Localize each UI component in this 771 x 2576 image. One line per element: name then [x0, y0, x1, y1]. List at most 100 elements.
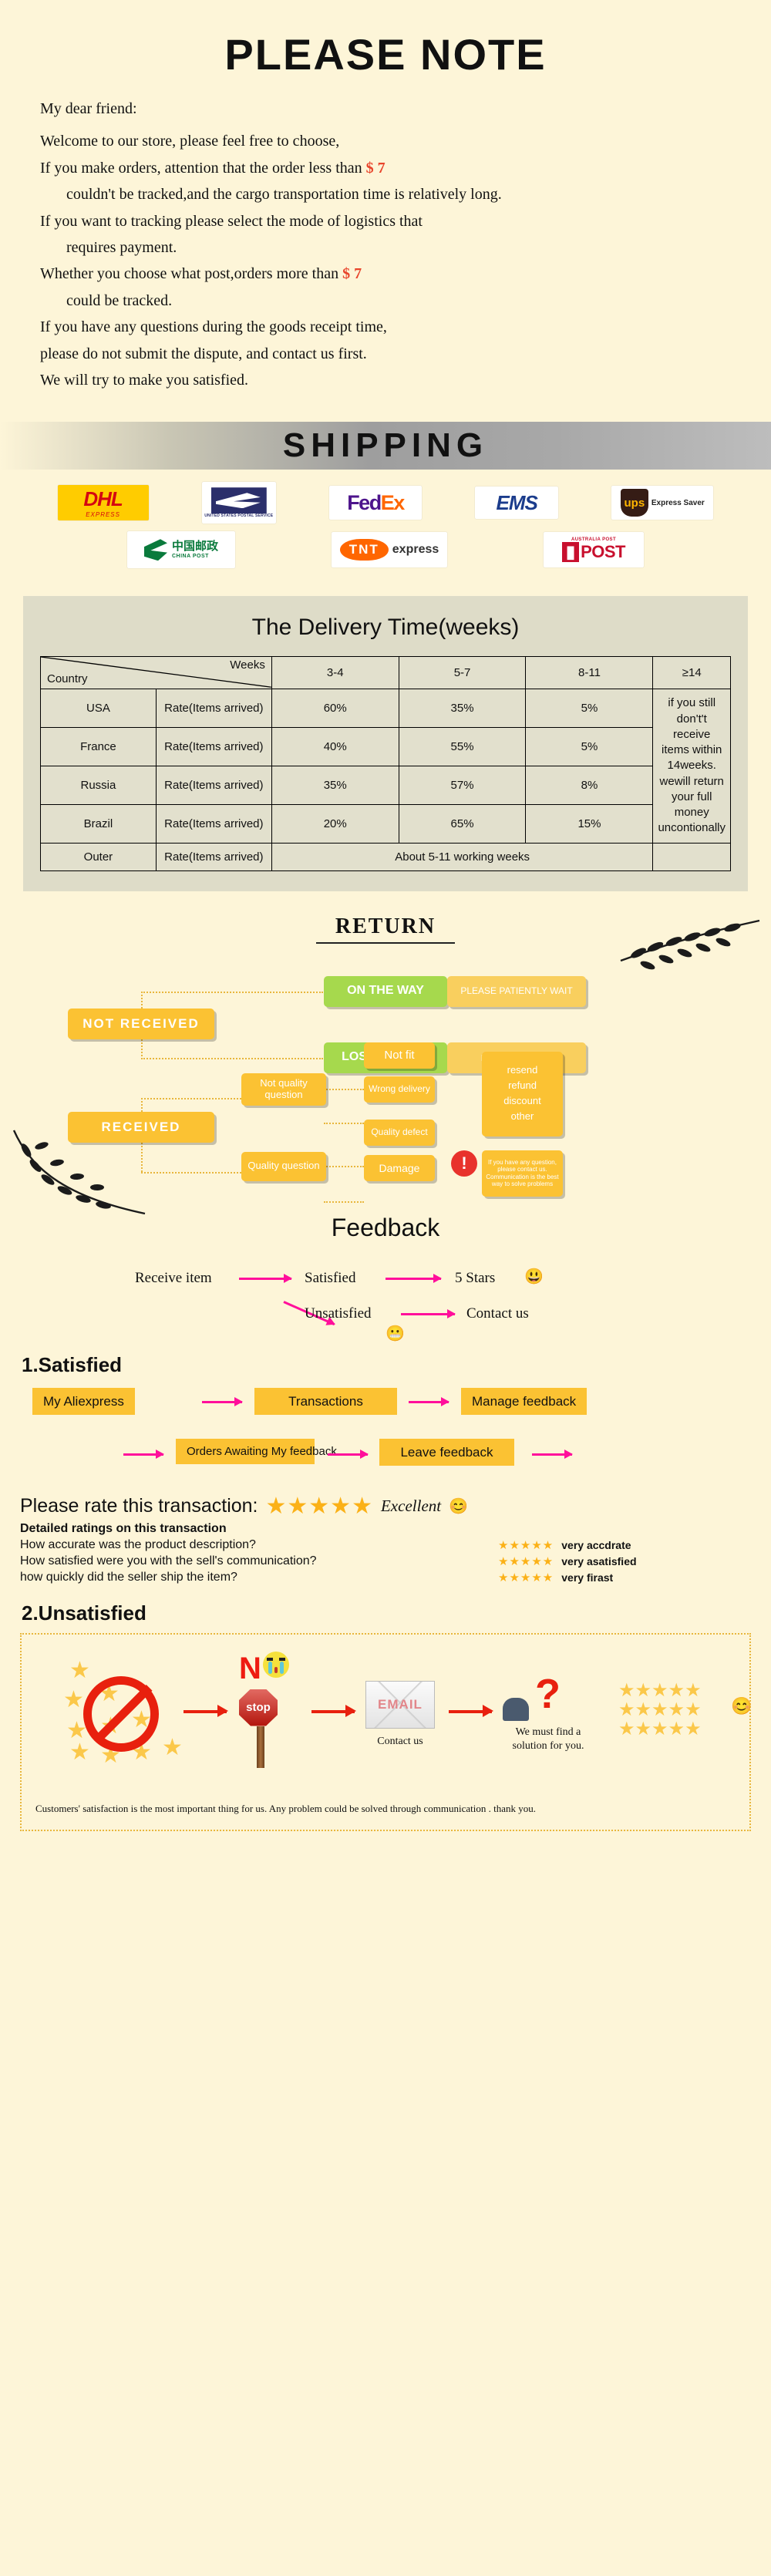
- carrier-logo-row-2: 中国邮政 CHINA POST TNT express AUSTRALIA POS…: [31, 531, 740, 569]
- china-post-icon: [143, 539, 167, 561]
- note-greeting: My dear friend:: [40, 100, 137, 117]
- quality-defect-box[interactable]: Quality defect: [364, 1119, 435, 1146]
- row-country-outer: Outer: [40, 842, 157, 871]
- table-row: Brazil Rate(Items arrived) 20% 65% 15%: [40, 803, 731, 844]
- question-mark-icon: ?: [535, 1670, 561, 1717]
- table-row: USA Rate(Items arrived) 60% 35% 5% if yo…: [40, 689, 731, 844]
- feedback-diagram: Receive item Satisfied 5 Stars 😃 Unsatis…: [0, 1253, 771, 1345]
- quality-question-box[interactable]: Quality question: [241, 1151, 326, 1181]
- col-header-3-4: 3-4: [271, 656, 399, 690]
- table-header-row: Country Weeks 3-4 5-7 8-11 ≥14: [40, 656, 731, 690]
- step-my-aliexpress[interactable]: My Aliexpress: [32, 1387, 135, 1416]
- rating-stars[interactable]: ★★★★★: [266, 1493, 373, 1520]
- connector: [141, 991, 323, 993]
- row-rate-brazil: Rate(Items arrived): [155, 803, 272, 844]
- email-group: EMAIL Contact us: [365, 1680, 435, 1749]
- sad-emoji-icon: 😬: [386, 1325, 405, 1342]
- tnt-logo: TNT express: [332, 532, 447, 568]
- note-body: My dear friend: Welcome to our store, pl…: [0, 79, 771, 392]
- person-icon: [503, 1697, 529, 1721]
- rating-verdict-shipping: very firast: [561, 1571, 614, 1584]
- unsatisfied-footer-note: Customers' satisfaction is the most impo…: [35, 1802, 537, 1814]
- star-icon: ★: [69, 1657, 90, 1683]
- not-fit-box[interactable]: Not fit: [364, 1042, 435, 1069]
- rating-verdict-communication: very asatisfied: [561, 1554, 637, 1567]
- stop-sign-group: stop: [239, 1689, 282, 1768]
- ups-logo: ups Express Saver: [611, 486, 714, 520]
- smile-emoji-icon: 😊: [449, 1497, 469, 1515]
- tnt-sub-label: express: [392, 543, 439, 557]
- usa-8-11: 5%: [525, 689, 654, 729]
- unsatisfied-panel: ★ ★ ★ ★ ★ ★ ★ ★ ★ ★ N stop EMAIL Contact…: [20, 1632, 752, 1832]
- stop-group: N stop: [239, 1651, 289, 1768]
- rating-stars-communication[interactable]: ★★★★★: [498, 1554, 554, 1568]
- detailed-rating-row: How satisfied were you with the sell's c…: [20, 1554, 751, 1568]
- stop-sign-pole: [257, 1726, 264, 1768]
- ups-shield-icon: ups: [620, 489, 648, 517]
- arrow-step-5-end: [532, 1449, 573, 1459]
- receive-item-label: Receive item: [135, 1269, 212, 1286]
- step-orders-awaiting[interactable]: Orders Awaiting My feedback: [176, 1438, 337, 1464]
- russia-3-4: 35%: [271, 765, 399, 805]
- brazil-3-4: 20%: [271, 803, 399, 844]
- connector: [324, 1122, 364, 1124]
- col-header-14plus: ≥14: [652, 656, 731, 690]
- step-manage-feedback[interactable]: Manage feedback: [461, 1387, 588, 1416]
- on-the-way-note: PLEASE PATIENTLY WAIT: [447, 975, 586, 1007]
- on-the-way-box[interactable]: ON THE WAY: [324, 975, 447, 1007]
- communication-warning-box: If you have any question, please contact…: [482, 1150, 563, 1197]
- star-icon: ★: [69, 1739, 90, 1765]
- step-transactions[interactable]: Transactions: [254, 1387, 397, 1416]
- rating-stars-shipping[interactable]: ★★★★★: [498, 1571, 554, 1584]
- no-label: N: [239, 1651, 261, 1685]
- contact-us-label: Contact us: [466, 1305, 529, 1322]
- satisfied-heading: 1.Satisfied: [22, 1352, 123, 1376]
- connector: [141, 1057, 323, 1059]
- france-5-7: 55%: [398, 727, 527, 766]
- please-note-section: PLEASE NOTE My dear friend: Welcome to o…: [0, 0, 771, 392]
- delivery-table: Country Weeks 3-4 5-7 8-11 ≥14 USA Rate(…: [40, 656, 731, 871]
- table-corner-cell: Country Weeks: [40, 656, 272, 690]
- note-line-2: If you make orders, attention that the o…: [40, 159, 386, 177]
- china-post-sub-label: CHINA POST: [171, 553, 209, 559]
- price-threshold-2: $ 7: [342, 265, 362, 283]
- feedback-section: Feedback Receive item Satisfied 5 Stars …: [0, 1214, 771, 1345]
- rating-question-shipping: how quickly did the seller ship the item…: [20, 1570, 237, 1584]
- brazil-5-7: 65%: [398, 803, 527, 844]
- rating-stars-accuracy[interactable]: ★★★★★: [498, 1538, 554, 1552]
- satisfied-steps-row-2: Orders Awaiting My feedback Leave feedba…: [0, 1433, 771, 1483]
- arrow-to-stop: [183, 1704, 228, 1717]
- delivery-time-section: The Delivery Time(weeks) Country Weeks 3…: [23, 596, 748, 891]
- not-received-box[interactable]: NOT RECEIVED: [68, 1008, 214, 1039]
- note-line-5: requires payment.: [66, 238, 177, 256]
- connector: [324, 1165, 364, 1167]
- row-rate-russia: Rate(Items arrived): [155, 765, 272, 805]
- connector: [141, 1097, 241, 1099]
- detailed-ratings-heading: Detailed ratings on this transaction: [20, 1521, 227, 1535]
- wrong-delivery-box[interactable]: Wrong delivery: [364, 1076, 435, 1103]
- star-icon: ★: [162, 1734, 183, 1760]
- corner-row-label: Country: [47, 672, 88, 686]
- shipping-section: SHIPPING DHL EXPRESS UNITED STATES POSTA…: [0, 422, 771, 584]
- unsatisfied-heading: 2.Unsatisfied: [22, 1601, 146, 1625]
- connector: [324, 1088, 364, 1090]
- row-rate-usa: Rate(Items arrived): [155, 689, 272, 729]
- return-section: RETURN NOT RECEIVED RECEIVED ON THE WAY …: [0, 914, 771, 1214]
- note-line-10: We will try to make you satisfied.: [40, 371, 248, 389]
- shipping-title: SHIPPING: [282, 426, 489, 465]
- prohibition-icon: [83, 1675, 159, 1752]
- five-stars-label: 5 Stars: [455, 1269, 496, 1286]
- step-leave-feedback[interactable]: Leave feedback: [379, 1438, 514, 1466]
- shipping-banner: SHIPPING: [0, 422, 771, 470]
- detailed-rating-row: how quickly did the seller ship the item…: [20, 1571, 751, 1584]
- france-3-4: 40%: [271, 727, 399, 766]
- damage-box[interactable]: Damage: [364, 1154, 435, 1181]
- note-line-7: could be tracked.: [66, 291, 173, 309]
- row-rate-france: Rate(Items arrived): [155, 727, 272, 766]
- resolution-options-box[interactable]: resend refund discount other: [482, 1051, 563, 1136]
- arrow-to-contact-us: [401, 1308, 456, 1318]
- arrow-step-3-4: [123, 1449, 164, 1459]
- france-8-11: 5%: [525, 727, 654, 766]
- not-quality-question-box[interactable]: Not quality question: [241, 1072, 326, 1106]
- arrow-to-five-stars: [386, 1273, 442, 1283]
